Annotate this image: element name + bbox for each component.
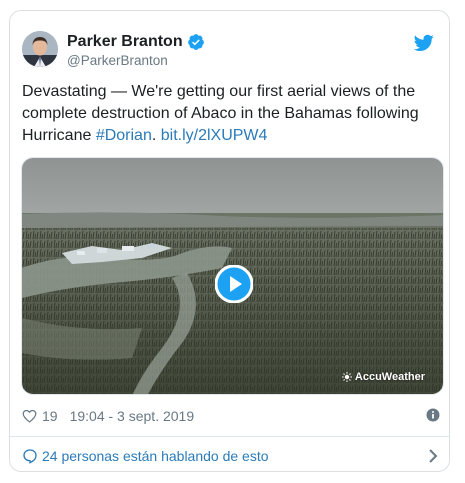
verified-badge-icon <box>187 34 204 50</box>
tweet-card: Parker Branton @ParkerBranton Devastatin… <box>9 10 450 472</box>
video-watermark: AccuWeather <box>341 371 425 383</box>
conversation-label: 24 personas están hablando de esto <box>42 448 269 464</box>
speech-bubble-icon <box>23 449 37 464</box>
author-name-row: Parker Branton <box>67 33 205 51</box>
hashtag-link[interactable]: #Dorian <box>96 127 152 144</box>
timestamp[interactable]: 19:04 - 3 sept. 2019 <box>70 408 195 424</box>
watermark-label: AccuWeather <box>354 371 425 383</box>
heart-icon[interactable] <box>22 409 37 423</box>
tweet-text: Devastating — We're getting our first ae… <box>22 81 437 147</box>
like-count[interactable]: 19 <box>42 408 58 424</box>
short-link[interactable]: bit.ly/2lXUPW4 <box>161 127 268 144</box>
video-player[interactable]: AccuWeather <box>21 157 444 395</box>
tweet-meta: 19 19:04 - 3 sept. 2019 <box>22 407 440 425</box>
tweet-text-separator: . <box>151 127 161 144</box>
divider <box>10 436 449 437</box>
sun-icon <box>341 372 352 382</box>
author-handle[interactable]: @ParkerBranton <box>67 53 168 68</box>
conversation-link[interactable]: 24 personas están hablando de esto <box>22 443 440 469</box>
twitter-bird-icon[interactable] <box>414 34 434 52</box>
tweet-header: Parker Branton @ParkerBranton <box>22 31 434 69</box>
avatar[interactable] <box>22 31 58 67</box>
author-name[interactable]: Parker Branton <box>67 33 183 51</box>
play-icon[interactable] <box>215 265 253 303</box>
info-icon[interactable] <box>426 408 440 422</box>
chevron-right-icon <box>429 449 438 463</box>
